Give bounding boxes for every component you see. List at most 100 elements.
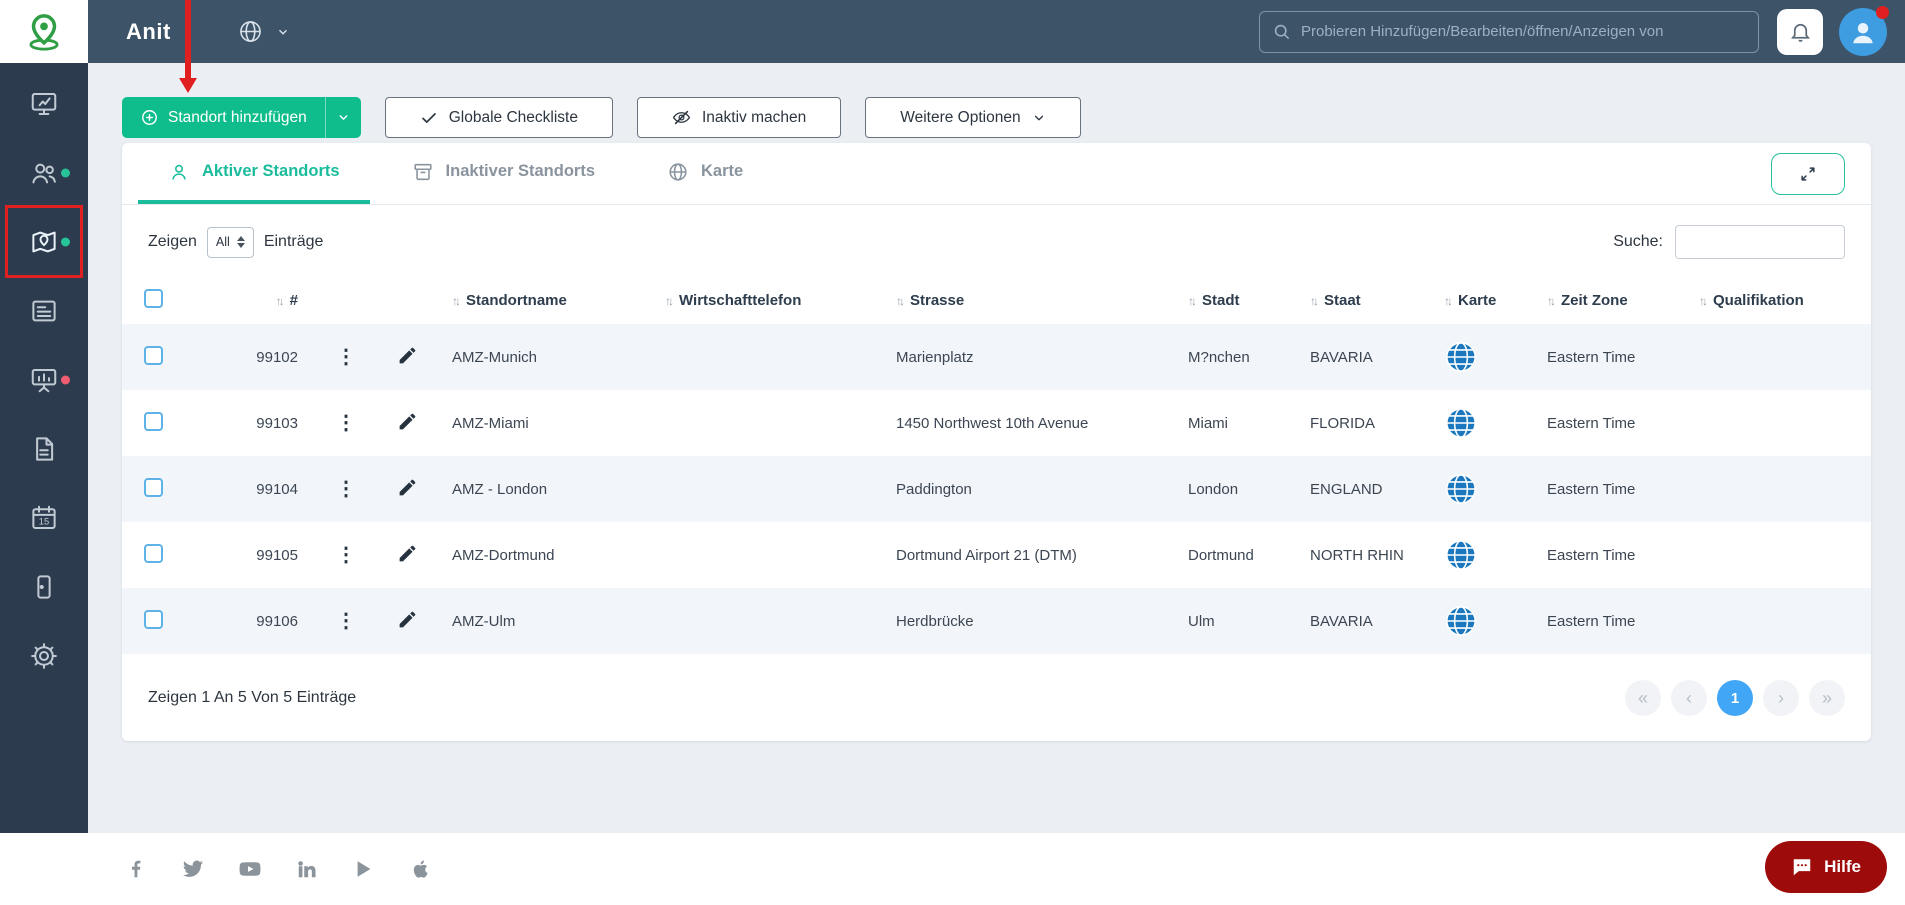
help-button[interactable]: Hilfe bbox=[1765, 841, 1887, 893]
add-location-dropdown-button[interactable] bbox=[324, 97, 361, 138]
row-menu-button[interactable]: ⋮ bbox=[330, 409, 362, 437]
map-globe-icon[interactable] bbox=[1444, 472, 1478, 506]
app-logo[interactable] bbox=[0, 0, 88, 63]
sort-icon[interactable]: ↑↓ bbox=[1547, 294, 1556, 308]
pagination: « ‹ 1 › » bbox=[1625, 680, 1845, 716]
tab-inactive-locations[interactable]: Inaktiver Standorts bbox=[382, 143, 625, 204]
sort-icon[interactable]: ↑↓ bbox=[1699, 294, 1708, 308]
expand-button[interactable] bbox=[1771, 153, 1845, 195]
edit-icon[interactable] bbox=[397, 543, 418, 564]
user-icon bbox=[1853, 22, 1873, 43]
row-menu-button[interactable]: ⋮ bbox=[330, 541, 362, 569]
header-timezone[interactable]: Zeit Zone bbox=[1561, 292, 1628, 309]
toolbar: Standort hinzufügen Globale Checkliste I… bbox=[122, 97, 1871, 138]
global-checklist-button[interactable]: Globale Checkliste bbox=[384, 97, 613, 138]
header-qualification[interactable]: Qualifikation bbox=[1713, 292, 1804, 309]
twitter-icon[interactable] bbox=[181, 857, 205, 881]
sort-icon[interactable]: ↑↓ bbox=[452, 294, 461, 308]
sidebar-item-performance[interactable] bbox=[0, 345, 88, 414]
performance-status-dot bbox=[61, 375, 70, 384]
pagination-next-button[interactable]: › bbox=[1763, 680, 1799, 716]
cell-phone bbox=[657, 324, 888, 390]
header-name[interactable]: Standortname bbox=[466, 292, 567, 309]
header-id[interactable]: # bbox=[290, 292, 298, 309]
header-city[interactable]: Stadt bbox=[1202, 292, 1240, 309]
header-map[interactable]: Karte bbox=[1458, 292, 1496, 309]
linkedin-icon[interactable] bbox=[295, 857, 319, 881]
pagination-last-button[interactable]: » bbox=[1809, 680, 1845, 716]
avatar-notification-dot bbox=[1876, 5, 1889, 19]
pagination-prev-button[interactable]: ‹ bbox=[1671, 680, 1707, 716]
cell-city: Miami bbox=[1188, 414, 1228, 432]
sort-icon[interactable]: ↑↓ bbox=[1444, 294, 1453, 308]
news-list-icon bbox=[32, 300, 56, 321]
edit-icon[interactable] bbox=[397, 609, 418, 630]
notifications-button[interactable] bbox=[1777, 8, 1823, 55]
sidebar-item-dashboard[interactable] bbox=[0, 69, 88, 138]
sidebar-item-settings[interactable] bbox=[0, 621, 88, 690]
edit-icon[interactable] bbox=[397, 345, 418, 366]
row-menu-button[interactable]: ⋮ bbox=[330, 607, 362, 635]
more-options-button[interactable]: Weitere Optionen bbox=[865, 97, 1081, 138]
add-location-button[interactable]: Standort hinzufügen bbox=[122, 97, 361, 138]
chevron-down-icon bbox=[1034, 115, 1043, 120]
row-menu-button[interactable]: ⋮ bbox=[330, 343, 362, 371]
header-street[interactable]: Strasse bbox=[910, 292, 964, 309]
language-selector[interactable] bbox=[237, 18, 290, 45]
device-icon bbox=[37, 574, 51, 599]
edit-icon[interactable] bbox=[397, 411, 418, 432]
sidebar-item-documents[interactable] bbox=[0, 414, 88, 483]
sidebar-item-calendar[interactable]: 15 bbox=[0, 483, 88, 552]
sort-icon[interactable]: ↑↓ bbox=[896, 294, 905, 308]
page-size-select[interactable]: All bbox=[206, 226, 254, 258]
cell-state: BAVARIA bbox=[1310, 348, 1373, 366]
sidebar-item-users[interactable] bbox=[0, 138, 88, 207]
facebook-icon[interactable] bbox=[124, 857, 148, 881]
row-checkbox[interactable] bbox=[144, 543, 163, 563]
global-search[interactable] bbox=[1259, 10, 1759, 53]
row-checkbox[interactable] bbox=[144, 477, 163, 497]
sidebar-item-device[interactable] bbox=[0, 552, 88, 621]
map-globe-icon[interactable] bbox=[1444, 406, 1478, 440]
youtube-icon[interactable] bbox=[238, 857, 262, 881]
sidebar-item-news[interactable] bbox=[0, 276, 88, 345]
performance-chart-icon bbox=[31, 368, 57, 392]
cell-id: 99103 bbox=[256, 414, 298, 432]
pagination-page-1[interactable]: 1 bbox=[1717, 680, 1753, 716]
table-search-input[interactable] bbox=[1675, 225, 1845, 259]
map-globe-icon[interactable] bbox=[1444, 340, 1478, 374]
cell-street: Marienplatz bbox=[896, 348, 974, 366]
apple-icon[interactable] bbox=[409, 857, 433, 881]
cell-timezone: Eastern Time bbox=[1547, 612, 1636, 630]
select-all-checkbox[interactable] bbox=[144, 289, 163, 308]
tab-map[interactable]: Karte bbox=[637, 143, 773, 204]
main-content: Standort hinzufügen Globale Checkliste I… bbox=[88, 63, 1905, 833]
global-search-input[interactable] bbox=[1301, 23, 1746, 40]
tab-active-locations[interactable]: Aktiver Standorts bbox=[138, 143, 370, 204]
table-row: 99102 ⋮ AMZ-Munich Marienplatz M?nchen B… bbox=[122, 324, 1871, 390]
row-checkbox[interactable] bbox=[144, 609, 163, 629]
row-checkbox[interactable] bbox=[144, 345, 163, 365]
row-checkbox[interactable] bbox=[144, 411, 163, 431]
pagination-first-button[interactable]: « bbox=[1625, 680, 1661, 716]
user-avatar[interactable] bbox=[1839, 5, 1889, 56]
sort-icon[interactable]: ↑↓ bbox=[665, 294, 674, 308]
cell-timezone: Eastern Time bbox=[1547, 546, 1636, 564]
cell-street: 1450 Northwest 10th Avenue bbox=[896, 414, 1089, 432]
cell-street: Herdbrücke bbox=[896, 612, 974, 630]
plus-circle-icon bbox=[142, 110, 157, 125]
map-globe-icon[interactable] bbox=[1444, 538, 1478, 572]
header-phone[interactable]: Wirtschafttelefon bbox=[679, 292, 801, 309]
google-play-icon[interactable] bbox=[352, 857, 376, 881]
table-controls: Zeigen All Einträge Suche: bbox=[122, 205, 1871, 273]
sort-icon[interactable]: ↑↓ bbox=[1188, 294, 1197, 308]
sort-icon[interactable]: ↑↓ bbox=[276, 294, 285, 308]
header-state[interactable]: Staat bbox=[1324, 292, 1361, 309]
tab-inactive-label: Inaktiver Standorts bbox=[445, 162, 596, 180]
row-menu-button[interactable]: ⋮ bbox=[330, 475, 362, 503]
edit-icon[interactable] bbox=[397, 477, 418, 498]
sort-icon[interactable]: ↑↓ bbox=[1310, 294, 1319, 308]
make-inactive-button[interactable]: Inaktiv machen bbox=[636, 97, 842, 138]
map-globe-icon[interactable] bbox=[1444, 604, 1478, 638]
dashboard-icon bbox=[31, 92, 57, 115]
